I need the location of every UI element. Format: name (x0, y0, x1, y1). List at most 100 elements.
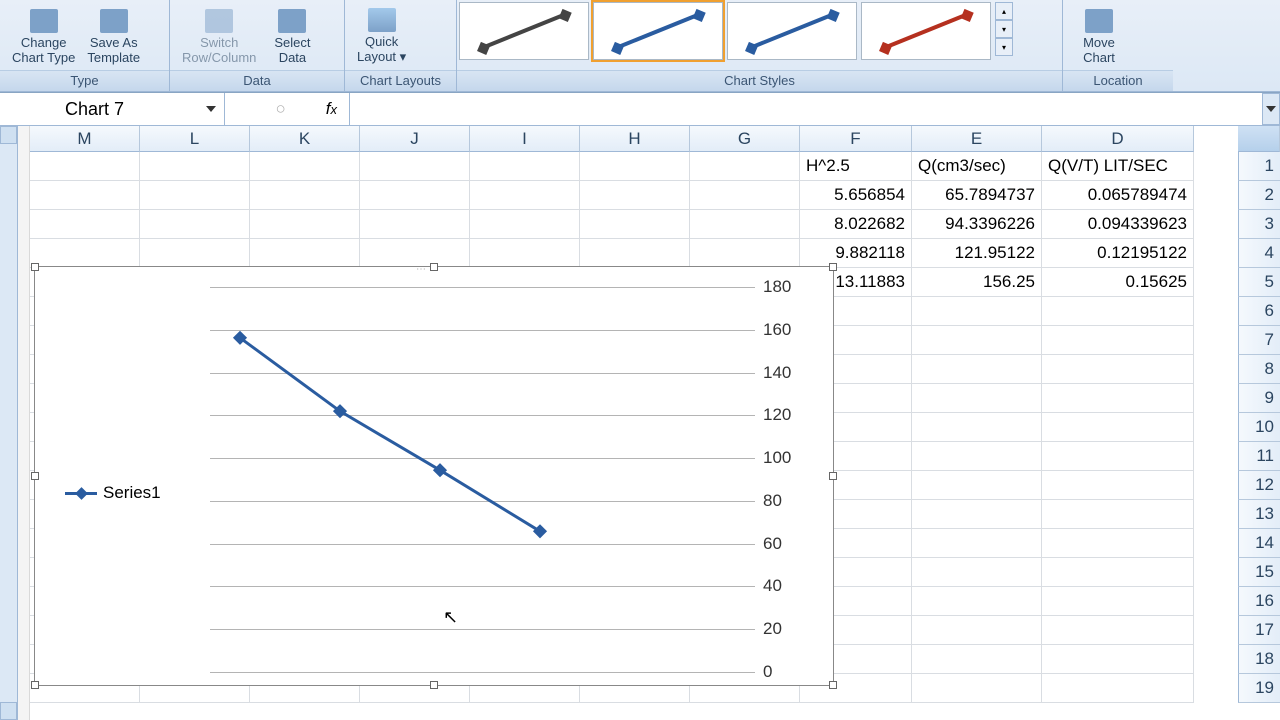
embedded-chart[interactable]: ⋯⋯ 020406080100120140160180 Series1 ↖ (34, 266, 834, 686)
column-header[interactable]: D (1042, 126, 1194, 152)
cell[interactable] (140, 152, 250, 181)
cell[interactable] (690, 152, 800, 181)
row-header[interactable]: 18 (1238, 645, 1280, 674)
plot-area[interactable] (210, 287, 755, 672)
cell[interactable] (30, 239, 140, 268)
row-header[interactable]: 19 (1238, 674, 1280, 703)
chart-style-thumb[interactable] (593, 2, 723, 60)
row-header[interactable]: 7 (1238, 326, 1280, 355)
cell[interactable] (912, 674, 1042, 703)
cell[interactable] (30, 210, 140, 239)
column-header[interactable]: G (690, 126, 800, 152)
column-header[interactable]: H (580, 126, 690, 152)
cell[interactable] (1042, 442, 1194, 471)
cell[interactable] (912, 529, 1042, 558)
cell[interactable] (1042, 529, 1194, 558)
cell[interactable] (912, 616, 1042, 645)
row-header[interactable]: 12 (1238, 471, 1280, 500)
cell[interactable]: 65.7894737 (912, 181, 1042, 210)
cell[interactable] (250, 181, 360, 210)
cell[interactable] (360, 181, 470, 210)
cell[interactable]: 0.094339623 (1042, 210, 1194, 239)
cell[interactable] (580, 181, 690, 210)
row-header[interactable]: 2 (1238, 181, 1280, 210)
cell[interactable] (1042, 616, 1194, 645)
cell[interactable] (912, 471, 1042, 500)
cell[interactable] (360, 210, 470, 239)
row-header[interactable]: 4 (1238, 239, 1280, 268)
chevron-down-icon[interactable] (206, 106, 216, 112)
row-header[interactable]: 16 (1238, 587, 1280, 616)
cell[interactable]: 8.022682 (800, 210, 912, 239)
cell[interactable] (580, 239, 690, 268)
quick-layout-button[interactable]: QuickLayout ▾ (351, 2, 412, 67)
cell[interactable] (690, 239, 800, 268)
cell[interactable]: 121.95122 (912, 239, 1042, 268)
cell[interactable]: 9.882118 (800, 239, 912, 268)
cell[interactable]: 156.25 (912, 268, 1042, 297)
cell[interactable] (470, 210, 580, 239)
row-header[interactable]: 11 (1238, 442, 1280, 471)
column-header[interactable]: K (250, 126, 360, 152)
row-header[interactable]: 15 (1238, 558, 1280, 587)
row-header[interactable]: 5 (1238, 268, 1280, 297)
cell[interactable] (912, 645, 1042, 674)
cell[interactable]: Q(V/T) LIT/SEC (1042, 152, 1194, 181)
cell[interactable] (912, 442, 1042, 471)
cell[interactable] (912, 384, 1042, 413)
cell[interactable] (912, 326, 1042, 355)
row-header[interactable]: 13 (1238, 500, 1280, 529)
column-header[interactable]: I (470, 126, 580, 152)
cell[interactable] (1042, 355, 1194, 384)
cell[interactable] (912, 500, 1042, 529)
cell[interactable] (470, 152, 580, 181)
cell[interactable] (140, 239, 250, 268)
cell[interactable]: 0.065789474 (1042, 181, 1194, 210)
grid[interactable]: MLKJIHGFED H^2.5Q(cm3/sec)Q(V/T) LIT/SEC… (30, 126, 1238, 720)
cell[interactable] (1042, 500, 1194, 529)
cell[interactable] (360, 239, 470, 268)
fx-button[interactable]: ○fx (225, 93, 350, 125)
move-chart-button[interactable]: MoveChart (1069, 2, 1129, 67)
chart-legend[interactable]: Series1 (65, 483, 161, 503)
cell[interactable] (360, 152, 470, 181)
cell[interactable] (912, 587, 1042, 616)
save-as-template-button[interactable]: Save AsTemplate (81, 2, 146, 67)
row-header[interactable]: 9 (1238, 384, 1280, 413)
name-box[interactable]: Chart 7 (0, 93, 225, 125)
cell[interactable]: H^2.5 (800, 152, 912, 181)
cell[interactable]: Q(cm3/sec) (912, 152, 1042, 181)
cell[interactable] (1042, 558, 1194, 587)
cell[interactable] (250, 239, 360, 268)
outline-bar[interactable] (18, 126, 30, 720)
cell[interactable] (470, 181, 580, 210)
cell[interactable] (580, 152, 690, 181)
column-header[interactable]: F (800, 126, 912, 152)
row-header[interactable]: 6 (1238, 297, 1280, 326)
chart-style-thumb[interactable] (459, 2, 589, 60)
row-header[interactable]: 8 (1238, 355, 1280, 384)
cell[interactable]: 0.12195122 (1042, 239, 1194, 268)
cell[interactable] (1042, 587, 1194, 616)
cell[interactable] (1042, 413, 1194, 442)
cell[interactable] (1042, 297, 1194, 326)
cell[interactable] (912, 413, 1042, 442)
cell[interactable]: 5.656854 (800, 181, 912, 210)
cell[interactable] (250, 210, 360, 239)
cell[interactable] (912, 297, 1042, 326)
row-header[interactable]: 10 (1238, 413, 1280, 442)
cell[interactable] (1042, 674, 1194, 703)
cell[interactable] (470, 239, 580, 268)
cell[interactable]: 0.15625 (1042, 268, 1194, 297)
cell[interactable] (1042, 645, 1194, 674)
cell[interactable] (30, 152, 140, 181)
switch-row-column-button[interactable]: SwitchRow/Column (176, 2, 262, 67)
select-data-button[interactable]: SelectData (262, 2, 322, 67)
column-header[interactable]: M (30, 126, 140, 152)
cell[interactable] (140, 181, 250, 210)
cell[interactable]: 94.3396226 (912, 210, 1042, 239)
cell[interactable] (690, 210, 800, 239)
cell[interactable] (140, 210, 250, 239)
cell[interactable] (912, 558, 1042, 587)
row-header[interactable]: 17 (1238, 616, 1280, 645)
